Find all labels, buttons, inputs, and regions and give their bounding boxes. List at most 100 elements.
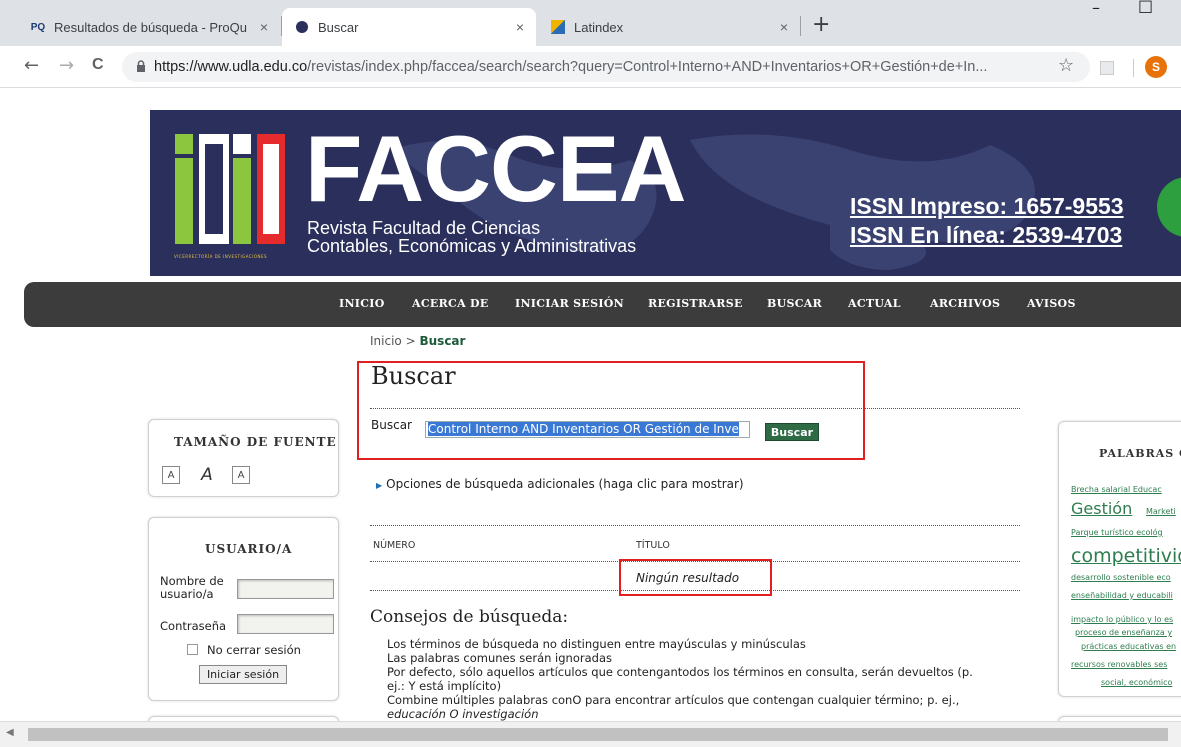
tab-title: Latindex (574, 19, 624, 35)
journal-subtitle-line2: Contables, Económicas y Administrativas (307, 236, 637, 256)
keyword-link[interactable]: social, económico (1101, 678, 1172, 687)
search-tip: Las palabras comunes serán ignoradas (387, 651, 612, 665)
main-navigation: INICIO ACERCA DE INICIAR SESIÓN REGISTRA… (24, 282, 1181, 327)
font-default-label: A (201, 465, 213, 485)
extension-icon[interactable] (1100, 61, 1114, 75)
issn-online: ISSN En línea: 2539-4703 (850, 222, 1123, 248)
address-bar[interactable]: https://www.udla.edu.co/revistas/index.p… (122, 52, 1090, 82)
password-field[interactable] (237, 614, 334, 634)
minimize-button[interactable]: – (1092, 0, 1100, 17)
keyword-link[interactable]: recursos renovables ses (1071, 660, 1167, 669)
latindex-favicon-icon (550, 19, 566, 35)
advanced-options-label: Opciones de búsqueda adicionales (haga c… (386, 477, 744, 491)
tab-title: Resultados de búsqueda - ProQu (54, 19, 247, 35)
tab-separator (800, 16, 801, 36)
tab-title: Buscar (318, 19, 359, 35)
proquest-favicon-icon: PQ (30, 21, 46, 33)
horizontal-scrollbar[interactable]: ◀ (0, 721, 1181, 747)
journal-banner: VICERRECTORÍA DE INVESTIGACIONES FACCEA … (150, 110, 1181, 276)
profile-avatar[interactable]: S (1145, 56, 1167, 78)
keyword-link[interactable]: impacto lo público y lo es (1071, 615, 1173, 624)
user-title: USUARIO/A (205, 542, 293, 556)
keyword-link[interactable]: Brecha salarial Educac (1071, 485, 1162, 494)
issn-print: ISSN Impreso: 1657-9553 (850, 193, 1124, 219)
browser-window: PQ Resultados de búsqueda - ProQu × Busc… (0, 0, 1181, 747)
search-tip: Los términos de búsqueda no distinguen e… (387, 637, 806, 651)
journal-subtitle-line1: Revista Facultad de Ciencias (307, 218, 541, 238)
search-tip: ej.: Y está implícito) (387, 679, 502, 693)
nav-avisos[interactable]: AVISOS (1027, 297, 1076, 310)
font-large-button[interactable]: A (232, 466, 250, 484)
remember-checkbox[interactable] (187, 644, 198, 655)
keywords-title: PALABRAS C (1099, 447, 1181, 460)
keyword-link[interactable]: desarrollo sostenible eco (1071, 573, 1171, 582)
site-favicon-icon (294, 19, 310, 35)
tab-latindex[interactable]: Latindex × (538, 8, 800, 46)
web-page: VICERRECTORÍA DE INVESTIGACIONES FACCEA … (0, 89, 1181, 721)
nav-archivos[interactable]: ARCHIVOS (930, 297, 1000, 310)
nav-buscar[interactable]: BUSCAR (767, 297, 822, 310)
keyword-link[interactable]: enseñabilidad y educabili (1071, 591, 1173, 600)
bookmark-star-icon[interactable]: ☆ (1058, 55, 1074, 76)
username-label: Nombre de (160, 574, 224, 588)
column-header-numero: NÚMERO (373, 540, 416, 551)
highlight-box-search (357, 361, 865, 460)
breadcrumb-separator: > (405, 334, 416, 348)
breadcrumb: Inicio > Buscar (370, 334, 465, 348)
maximize-button[interactable]: □ (1138, 0, 1153, 15)
close-icon[interactable]: × (780, 19, 788, 35)
keyword-link[interactable]: competitivida (1071, 545, 1181, 567)
keyword-link[interactable]: Gestión (1071, 499, 1132, 518)
font-large-label: A (237, 469, 245, 481)
scroll-left-arrow-icon[interactable]: ◀ (6, 727, 14, 738)
nav-inicio[interactable]: INICIO (339, 297, 385, 310)
scrollbar-thumb[interactable] (28, 728, 1168, 741)
lock-icon (136, 59, 146, 75)
forward-arrow-icon[interactable]: → (59, 55, 74, 76)
university-logo (175, 134, 285, 244)
triangle-right-icon: ▶ (376, 481, 383, 490)
toolbar-separator (1133, 59, 1134, 77)
breadcrumb-home[interactable]: Inicio (370, 334, 402, 348)
remember-label: No cerrar sesión (207, 643, 301, 657)
url-path: /revistas/index.php/faccea/search/search… (307, 59, 988, 75)
username-field[interactable] (237, 579, 334, 599)
font-default-button[interactable]: A (198, 465, 216, 485)
search-tip: Combine múltiples palabras conO para enc… (387, 693, 960, 707)
keyword-link[interactable]: prácticas educativas en (1081, 642, 1176, 651)
tab-buscar[interactable]: Buscar × (282, 8, 536, 46)
font-size-block (148, 419, 339, 497)
back-arrow-icon[interactable]: ← (24, 55, 39, 76)
login-button[interactable]: Iniciar sesión (199, 665, 287, 684)
table-top-border (370, 525, 1020, 526)
search-tip: educación O investigación (387, 707, 539, 721)
reload-icon[interactable]: C (92, 56, 104, 74)
logo-caption: VICERRECTORÍA DE INVESTIGACIONES (174, 254, 268, 259)
tab-proquest[interactable]: PQ Resultados de búsqueda - ProQu × (18, 8, 280, 46)
new-tab-button[interactable]: + (812, 14, 830, 36)
keyword-link[interactable]: proceso de enseñanza y (1075, 628, 1172, 637)
tab-strip: PQ Resultados de búsqueda - ProQu × Busc… (0, 0, 1181, 46)
nav-iniciar-sesion[interactable]: INICIAR SESIÓN (515, 297, 624, 310)
font-small-button[interactable]: A (162, 466, 180, 484)
font-small-label: A (167, 469, 175, 481)
username-label: usuario/a (160, 587, 214, 601)
advanced-options-link[interactable]: ▶ Opciones de búsqueda adicionales (haga … (376, 477, 744, 491)
nav-registrarse[interactable]: REGISTRARSE (648, 297, 743, 310)
nav-acerca-de[interactable]: ACERCA DE (412, 297, 489, 310)
close-icon[interactable]: × (516, 19, 524, 35)
journal-title: FACCEA (305, 116, 686, 221)
password-label: Contraseña (160, 619, 227, 633)
nav-actual[interactable]: ACTUAL (848, 297, 901, 310)
breadcrumb-current[interactable]: Buscar (419, 334, 465, 348)
url-host: https://www.udla.edu.co (154, 59, 308, 75)
search-tip: Por defecto, sólo aquellos artículos que… (387, 665, 973, 679)
highlight-box-results (619, 559, 772, 596)
close-icon[interactable]: × (260, 19, 268, 35)
font-size-title: TAMAÑO DE FUENTE (174, 435, 337, 449)
column-header-titulo: TÍTULO (636, 540, 670, 551)
browser-toolbar: ← → C https://www.udla.edu.co/revistas/i… (0, 46, 1181, 88)
keyword-link[interactable]: Parque turístico ecológ (1071, 528, 1163, 537)
search-tips-heading: Consejos de búsqueda: (370, 607, 569, 627)
keyword-link[interactable]: Marketi (1146, 507, 1176, 516)
